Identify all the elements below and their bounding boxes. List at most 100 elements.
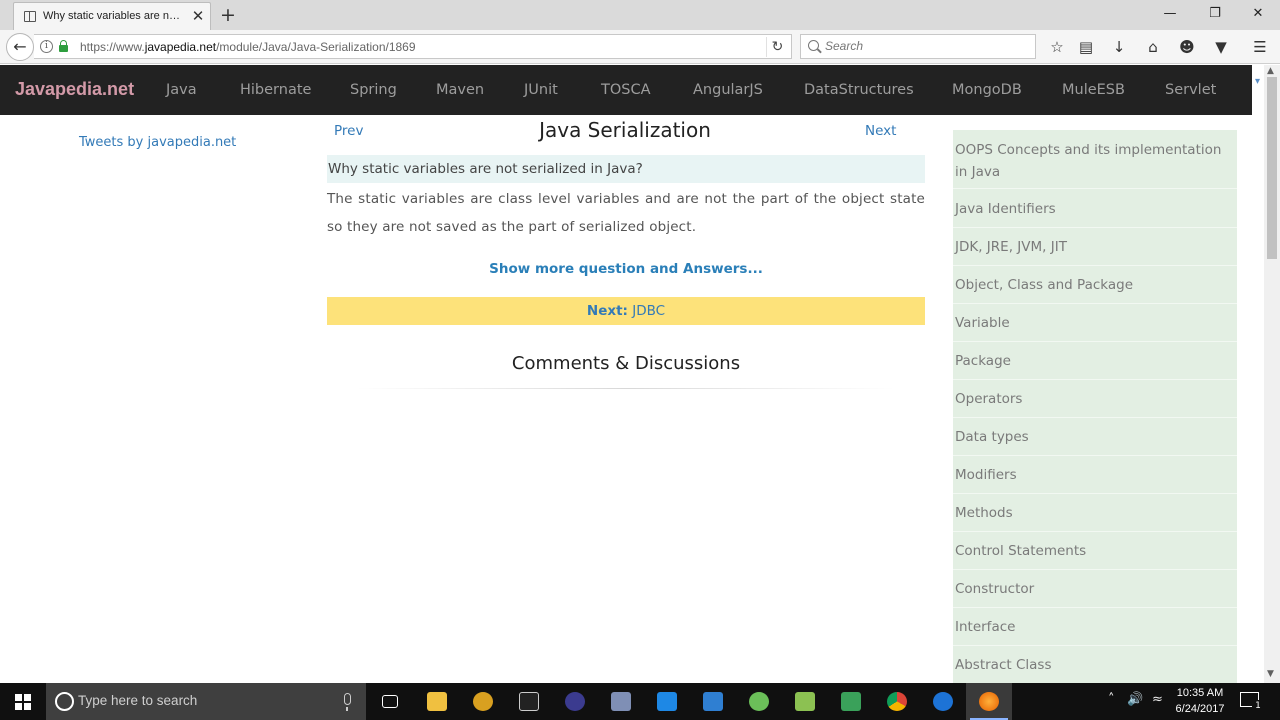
- comments-divider: [357, 388, 895, 389]
- chrome-icon[interactable]: [874, 683, 920, 720]
- nav-item-servlet[interactable]: Servlet: [1165, 82, 1216, 98]
- browser-tab-strip: Why static variables are not serialized …: [0, 0, 1280, 30]
- reload-icon[interactable]: ↻: [766, 37, 788, 57]
- question-box: Why static variables are not serialized …: [327, 155, 925, 183]
- url-text[interactable]: https://www.javapedia.net/module/Java/Ja…: [80, 40, 416, 54]
- edge-icon[interactable]: [920, 683, 966, 720]
- sidebar-item-control-statements[interactable]: Control Statements: [953, 540, 1237, 570]
- site-brand[interactable]: Javapedia.net: [15, 79, 134, 100]
- nav-item-hibernate[interactable]: Hibernate: [240, 82, 311, 98]
- taskbar-search[interactable]: [46, 683, 366, 720]
- search-bar[interactable]: [800, 34, 1036, 59]
- chevron-up-icon[interactable]: ˄: [1108, 692, 1115, 707]
- network-icon[interactable]: [598, 683, 644, 720]
- sidebar-item-jdk[interactable]: JDK, JRE, JVM, JIT: [953, 236, 1237, 266]
- star-icon[interactable]: ☆: [1045, 35, 1069, 59]
- windows-taskbar: ˄ 🔊 ≈ 10:35 AM 6/24/2017 1: [0, 683, 1280, 720]
- download-icon[interactable]: ↓: [1107, 35, 1131, 59]
- reading-list-icon[interactable]: ▤: [1074, 35, 1098, 59]
- tab-title: Why static variables are not serialized …: [43, 10, 183, 22]
- wifi-icon[interactable]: ≈: [1152, 692, 1163, 707]
- close-tab-icon[interactable]: ✕: [189, 6, 207, 26]
- sidebar-item-interface[interactable]: Interface: [953, 616, 1237, 646]
- chat-icon[interactable]: ☻: [1175, 35, 1199, 59]
- pocket-icon[interactable]: ▼: [1209, 35, 1233, 59]
- sidebar-item-constructor[interactable]: Constructor: [953, 578, 1237, 608]
- start-button[interactable]: [0, 683, 46, 720]
- menu-icon[interactable]: ☰: [1248, 35, 1272, 59]
- clock-time: 10:35 AM: [1176, 687, 1224, 699]
- next-link[interactable]: Next: [865, 123, 896, 139]
- scrollbar-thumb[interactable]: [1267, 77, 1277, 259]
- nav-item-angularjs[interactable]: AngularJS: [693, 82, 763, 98]
- eclipse-icon[interactable]: [552, 683, 598, 720]
- scroll-down-icon[interactable]: ▼: [1267, 669, 1274, 679]
- taskbar-search-input[interactable]: [78, 693, 328, 708]
- firefox-icon[interactable]: [966, 683, 1012, 720]
- tweets-link[interactable]: Tweets by javapedia.net: [79, 135, 236, 150]
- comments-title: Comments & Discussions: [511, 353, 741, 374]
- sidebar-item-modifiers[interactable]: Modifiers: [953, 464, 1237, 494]
- sidebar-item-data-types[interactable]: Data types: [953, 426, 1237, 456]
- lock-icon[interactable]: [59, 40, 68, 52]
- nav-item-java[interactable]: Java: [166, 82, 197, 98]
- book-favicon-icon: [24, 11, 36, 22]
- page-title: Java Serialization: [539, 118, 711, 142]
- browser-toolbar: ← i https://www.javapedia.net/module/Jav…: [0, 30, 1280, 64]
- nav-item-maven[interactable]: Maven: [436, 82, 484, 98]
- system-clock[interactable]: 10:35 AM 6/24/2017: [1166, 685, 1234, 717]
- sidebar-item-oops[interactable]: OOPS Concepts and its implementation in …: [953, 139, 1237, 189]
- volume-icon[interactable]: 🔊: [1127, 692, 1143, 707]
- visual-studio-icon[interactable]: [690, 683, 736, 720]
- nav-item-mongodb[interactable]: MongoDB: [952, 82, 1022, 98]
- terminal-icon[interactable]: [506, 683, 552, 720]
- scroll-up-icon[interactable]: ▲: [1267, 66, 1274, 76]
- photos-icon[interactable]: [828, 683, 874, 720]
- task-view-icon[interactable]: [367, 683, 413, 720]
- close-window-button[interactable]: ✕: [1236, 0, 1280, 28]
- new-tab-button[interactable]: +: [218, 2, 238, 28]
- cortana-icon: [55, 692, 74, 711]
- screen-icon[interactable]: [644, 683, 690, 720]
- address-bar[interactable]: i https://www.javapedia.net/module/Java/…: [34, 34, 792, 59]
- prev-link[interactable]: Prev: [334, 123, 363, 139]
- nav-item-datastructures[interactable]: DataStructures: [804, 82, 914, 98]
- sidebar-item-abstract-class[interactable]: Abstract Class: [953, 654, 1237, 683]
- restore-button[interactable]: ❐: [1193, 0, 1237, 28]
- site-header: Javapedia.net Java Hibernate Spring Mave…: [0, 65, 1252, 115]
- back-button[interactable]: ←: [6, 33, 34, 61]
- next-topic-label: Next:: [586, 303, 628, 319]
- nav-item-spring[interactable]: Spring: [350, 82, 397, 98]
- home-icon[interactable]: ⌂: [1141, 35, 1165, 59]
- java-app-icon[interactable]: [460, 683, 506, 720]
- search-icon: [808, 40, 819, 51]
- sidebar-item-identifiers[interactable]: Java Identifiers: [953, 198, 1237, 228]
- topic-sidebar: OOPS Concepts and its implementation in …: [953, 130, 1237, 683]
- next-topic-link[interactable]: JDBC: [632, 303, 665, 319]
- show-more-link[interactable]: Show more question and Answers...: [327, 261, 925, 277]
- info-icon[interactable]: i: [40, 40, 53, 53]
- sidebar-item-methods[interactable]: Methods: [953, 502, 1237, 532]
- notification-count: 1: [1252, 700, 1264, 712]
- answer-text: The static variables are class level var…: [327, 191, 925, 235]
- clock-date: 6/24/2017: [1175, 703, 1225, 715]
- next-topic-banner[interactable]: Next: JDBC: [327, 297, 925, 325]
- browser-tab[interactable]: Why static variables are not serialized …: [13, 2, 211, 30]
- minimize-button[interactable]: —: [1148, 0, 1192, 28]
- chevron-down-icon: ▾: [1255, 76, 1261, 87]
- windows-logo-icon: [15, 694, 31, 710]
- page-scrollbar[interactable]: ▲ ▼: [1264, 65, 1280, 683]
- nav-item-tosca[interactable]: TOSCA: [601, 82, 651, 98]
- nav-item-muleesb[interactable]: MuleESB: [1062, 82, 1125, 98]
- question-text: Why static variables are not serialized …: [328, 161, 643, 177]
- sidebar-item-package[interactable]: Package: [953, 350, 1237, 380]
- android-icon[interactable]: [736, 683, 782, 720]
- sidebar-item-operators[interactable]: Operators: [953, 388, 1237, 418]
- sidebar-item-variable[interactable]: Variable: [953, 312, 1237, 342]
- notepad-icon[interactable]: [782, 683, 828, 720]
- sidebar-item-object-class[interactable]: Object, Class and Package: [953, 274, 1237, 304]
- search-input[interactable]: [825, 39, 1025, 53]
- microphone-icon[interactable]: [344, 693, 351, 711]
- nav-item-junit[interactable]: JUnit: [524, 82, 558, 98]
- file-explorer-icon[interactable]: [414, 683, 460, 720]
